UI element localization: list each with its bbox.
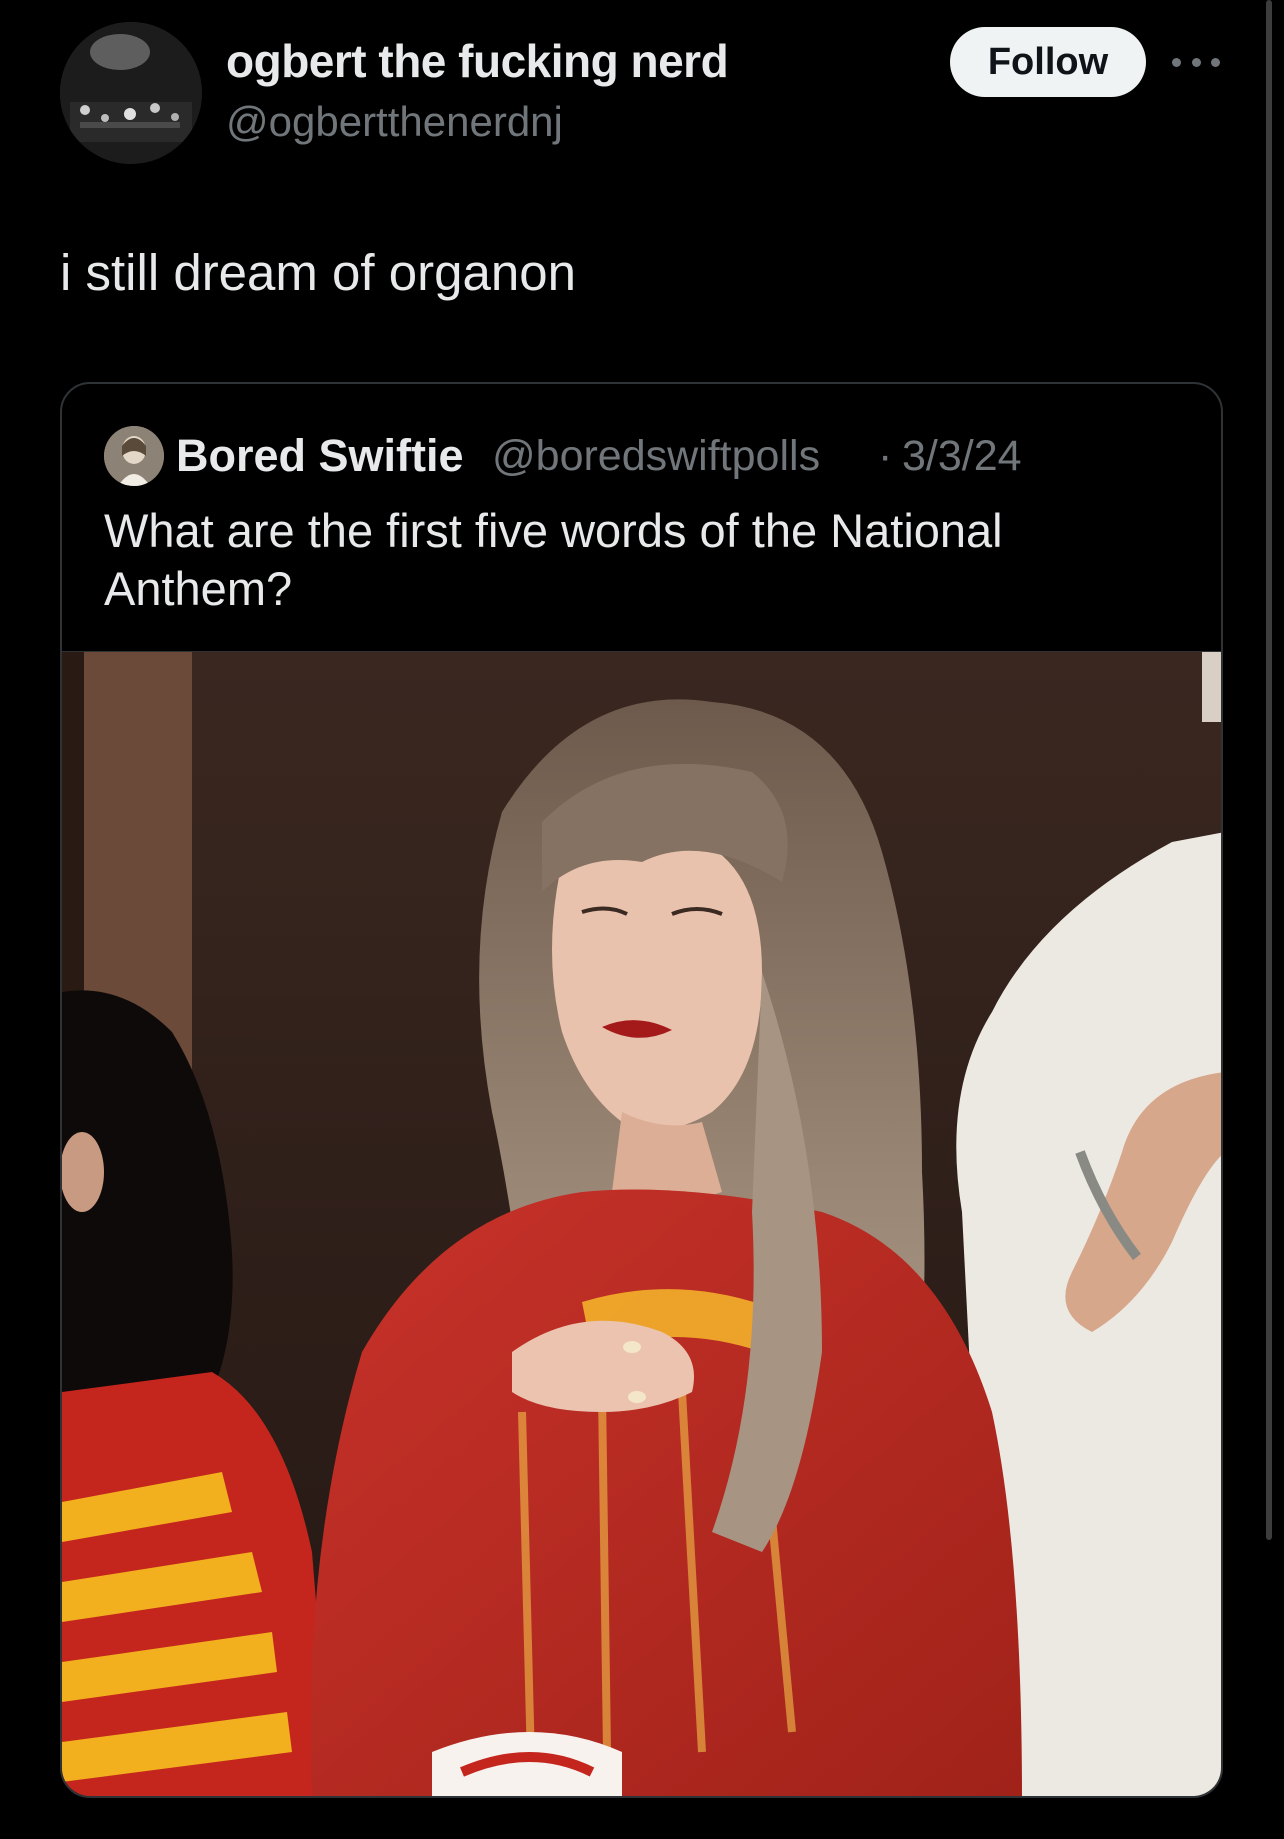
scrollbar[interactable] xyxy=(1266,0,1272,1540)
quoted-tweet-date[interactable]: 3/3/24 xyxy=(902,432,1022,481)
quoted-tweet-photo[interactable] xyxy=(62,651,1221,1796)
user-handle[interactable]: @ogbertthenerdnj xyxy=(226,98,563,146)
photo-of-woman-in-red-sweater-icon xyxy=(62,652,1221,1796)
portrait-avatar-icon xyxy=(104,426,164,486)
quoted-user-handle[interactable]: @boredswiftpolls xyxy=(492,432,820,481)
tweet-text: i still dream of organon xyxy=(60,244,576,301)
quoted-tweet-text: What are the first five words of the Nat… xyxy=(104,504,1003,615)
concert-crowd-avatar-icon xyxy=(60,22,202,164)
display-name[interactable]: ogbert the fucking nerd xyxy=(226,34,729,88)
quoted-display-name[interactable]: Bored Swiftie xyxy=(176,430,464,482)
dot-icon xyxy=(1191,57,1201,67)
dot-icon xyxy=(1172,57,1181,67)
quoted-tweet-card[interactable]: Bored Swiftie @boredswiftpolls · 3/3/24 … xyxy=(60,382,1223,1798)
tweet-header: ogbert the fucking nerd @ogbertthenerdnj… xyxy=(0,0,1284,200)
separator-dot: · xyxy=(878,432,893,480)
dot-icon xyxy=(1211,57,1220,67)
more-options-icon[interactable] xyxy=(1172,52,1220,72)
user-avatar[interactable] xyxy=(60,22,202,164)
quoted-user-avatar[interactable] xyxy=(104,426,164,486)
follow-button[interactable]: Follow xyxy=(950,27,1146,97)
